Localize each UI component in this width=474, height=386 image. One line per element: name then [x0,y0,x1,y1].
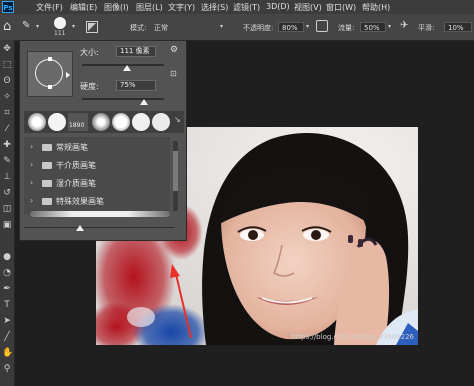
folder-row-dry-media[interactable]: › 干介质画笔 [30,159,174,173]
size-label: 大小: [80,48,99,57]
roundness-handle-bottom [48,85,52,89]
preset-soft-round[interactable] [28,113,46,131]
hardness-slider-track[interactable] [82,98,164,100]
brush-folder-list: › 常规画笔 › 干介质画笔 › 湿介质画笔 › 特殊效果画笔 [24,137,170,215]
folder-icon [42,180,52,187]
arrow-head-canvas [170,264,180,278]
folder-icon [42,162,52,169]
roundness-handle-top [48,57,52,61]
chevron-right-icon[interactable]: › [30,178,33,187]
brush-cursor-icon: ↘ [174,115,181,124]
folder-icon [42,198,52,205]
folder-row-special-effects[interactable]: › 特殊效果画笔 [30,195,174,209]
hardness-label: 硬度: [80,82,99,91]
new-preset-icon[interactable]: ⊡ [170,69,177,78]
preset-hard-round[interactable] [48,113,66,131]
folder-icon [42,144,52,151]
folder-label: 干介质画笔 [56,161,96,170]
preset-hard-round-2[interactable] [132,113,150,131]
chevron-right-icon[interactable]: › [30,160,33,169]
size-field[interactable]: 111 像素 [116,46,156,57]
folder-label: 特殊效果画笔 [56,197,104,206]
preset-thumbnails-row: 1890 ↘ [24,111,184,133]
folder-label: 常规画笔 [56,143,88,152]
angle-arrow-icon[interactable] [66,72,70,78]
arrow-to-canvas [174,269,192,339]
brush-roundness-circle-icon[interactable] [35,59,63,87]
brush-angle-preview[interactable] [27,51,73,97]
preset-number: 1890 [69,122,85,129]
brush-preset-panel: 大小: 111 像素 ⚙ ⊡ 硬度: 75% 1890 ↘ › 常规画笔 › 干… [19,40,187,241]
folder-label: 湿介质画笔 [56,179,96,188]
preset-soft-round-3[interactable] [112,113,130,131]
hardness-field[interactable]: 75% [116,80,156,91]
scrollbar-thumb[interactable] [173,151,178,191]
size-slider-knob[interactable] [123,65,132,71]
panel-resize-divider [24,227,174,228]
folder-row-general[interactable]: › 常规画笔 [30,141,174,155]
chevron-right-icon[interactable]: › [30,196,33,205]
stroke-preview [30,211,170,217]
preset-hard-round-3[interactable] [152,113,170,131]
chevron-right-icon[interactable]: › [30,142,33,151]
folder-list-scrollbar[interactable] [173,141,178,211]
preset-custom[interactable]: 1890 [68,113,88,131]
hardness-slider-knob[interactable] [139,99,148,105]
preview-size-knob[interactable] [76,225,84,231]
gear-icon[interactable]: ⚙ [170,45,178,55]
preset-soft-round-2[interactable] [92,113,110,131]
folder-row-wet-media[interactable]: › 湿介质画笔 [30,177,174,191]
